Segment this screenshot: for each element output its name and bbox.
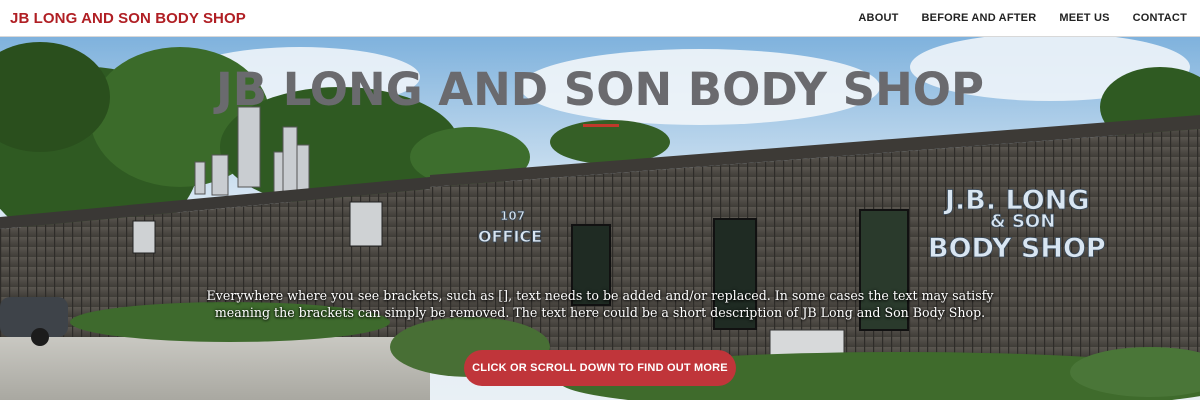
building-sign-line2: & SON xyxy=(990,211,1055,232)
brand-link[interactable]: JB LONG AND SON BODY SHOP xyxy=(10,10,246,27)
hero-title: JB LONG AND SON BODY SHOP xyxy=(216,63,984,116)
building-office-sign: OFFICE xyxy=(478,227,542,246)
hero-section: OFFICE 107 J.B. LONG & SON BODY SHOP JB … xyxy=(0,37,1200,400)
find-out-more-button[interactable]: CLICK OR SCROLL DOWN TO FIND OUT MORE xyxy=(464,350,736,386)
nav-link-meet-us[interactable]: MEET US xyxy=(1059,12,1109,24)
hero-description: Everywhere where you see brackets, such … xyxy=(206,288,994,320)
building-sign-line3: BODY SHOP xyxy=(928,233,1106,264)
nav-link-contact[interactable]: CONTACT xyxy=(1133,12,1187,24)
nav-link-about[interactable]: ABOUT xyxy=(858,12,898,24)
nav-link-before-and-after[interactable]: BEFORE AND AFTER xyxy=(922,12,1037,24)
navbar: JB LONG AND SON BODY SHOP ABOUT BEFORE A… xyxy=(0,0,1200,37)
title-divider xyxy=(583,124,619,127)
nav-links: ABOUT BEFORE AND AFTER MEET US CONTACT xyxy=(858,12,1187,24)
building-number-sign: 107 xyxy=(500,209,525,223)
